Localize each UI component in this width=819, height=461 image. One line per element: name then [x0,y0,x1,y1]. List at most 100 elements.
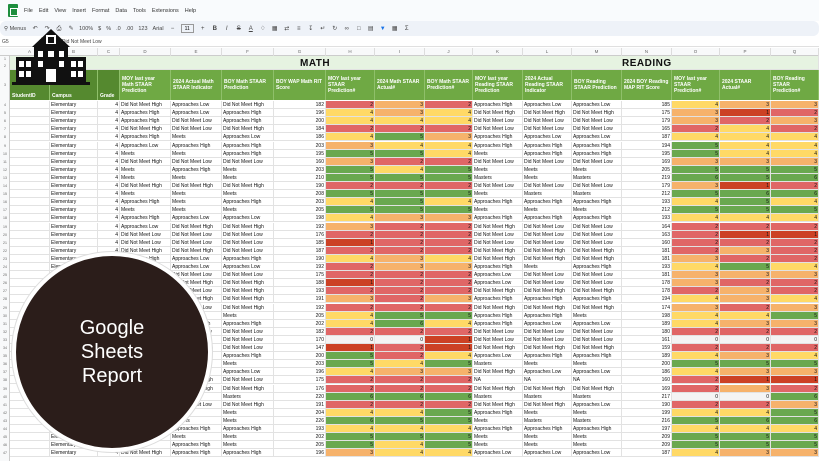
cell-actual-read[interactable]: NA [523,376,572,385]
cell-campus[interactable]: Elementary [50,125,98,134]
cell-boy-map-math[interactable]: 198 [274,214,326,223]
cell-boy-map-read[interactable]: 169 [622,384,672,393]
cell-actual-math[interactable]: Meets [171,198,222,207]
cell-boy-math[interactable]: Meets [222,360,274,369]
cell-boy-read[interactable]: Did Not Meet Low [572,327,622,336]
cell-actual-math-num[interactable]: 4 [375,425,425,434]
cell-moy-read[interactable]: Meets [473,206,523,215]
bold-icon[interactable]: B [211,25,219,33]
cell-actual-read-num[interactable]: 5 [720,165,771,174]
cell-actual-read-num[interactable]: 3 [720,157,771,166]
cell-grade[interactable]: 4 [98,149,120,158]
cell-actual-read-num[interactable]: 1 [720,182,771,191]
cell-grade[interactable]: 4 [98,230,120,239]
cell-boy-map-read[interactable]: 187 [622,449,672,458]
cell-boy-map-math[interactable]: 208 [274,190,326,199]
cell-actual-read-num[interactable]: 2 [720,344,771,353]
cell-student-id[interactable] [10,238,50,247]
cell-actual-read-num[interactable]: 5 [720,360,771,369]
cell-actual-read[interactable]: Did Not Meet Low [523,117,572,126]
cell-actual-read[interactable]: Did Not Meet Low [523,335,572,344]
cell-boy-map-read[interactable]: 217 [622,392,672,401]
cell-moy-math-num[interactable]: 0 [326,335,375,344]
cell-boy-math[interactable]: Masters [222,392,274,401]
cell-actual-math[interactable]: Approaches Low [171,109,222,118]
cell-moy-read[interactable]: Did Not Meet High [473,368,523,377]
cell-actual-math-num[interactable]: 4 [375,117,425,126]
cell-moy-math[interactable]: Approaches Low [120,141,171,150]
cell-moy-read[interactable]: Meets [473,441,523,450]
cell-boy-map-read[interactable]: 159 [622,344,672,353]
cell-moy-math-num[interactable]: 2 [326,287,375,296]
cell-moy-read[interactable]: Approaches High [473,214,523,223]
cell-student-id[interactable] [10,173,50,182]
cell-boy-map-read[interactable]: 193 [622,198,672,207]
cell-moy-read[interactable]: Did Not Meet High [473,287,523,296]
cell-actual-math-num[interactable]: 3 [375,263,425,272]
cell-actual-read[interactable]: Did Not Meet Low [523,182,572,191]
row-number[interactable]: 9 [0,142,10,150]
cell-student-id[interactable] [10,441,50,450]
cell-moy-read-num[interactable]: 4 [672,368,720,377]
cell-moy-read-num[interactable]: 5 [672,190,720,199]
cell-boy-math[interactable]: Meets [222,408,274,417]
cell-actual-read-num[interactable]: 2 [720,303,771,312]
row-number[interactable]: 23 [0,255,10,263]
cell-boy-read[interactable]: Approaches High [572,214,622,223]
cell-moy-read[interactable]: Approaches High [473,141,523,150]
cell-boy-read[interactable]: Masters [572,392,622,401]
cell-moy-read-num[interactable]: 3 [672,157,720,166]
row-number[interactable]: 45 [0,433,10,441]
cell-boy-map-read[interactable]: 187 [622,133,672,142]
cell-boy-math[interactable]: Approaches Low [222,263,274,272]
align-icon[interactable]: ≡ [295,25,303,33]
cell-boy-math[interactable]: Approaches High [222,198,274,207]
cell-boy-map-math[interactable]: 170 [274,335,326,344]
cell-moy-read-num[interactable]: 4 [672,408,720,417]
cell-boy-read-num[interactable]: 5 [771,408,819,417]
cell-boy-read-num[interactable]: 3 [771,101,819,110]
cell-actual-math-num[interactable]: 2 [375,230,425,239]
cell-actual-read-num[interactable]: 1 [720,109,771,118]
cell-grade[interactable]: 4 [98,109,120,118]
cell-student-id[interactable] [10,125,50,134]
cell-actual-read[interactable]: Did Not Meet Low [523,230,572,239]
fill-color-icon[interactable]: ♢ [259,25,267,33]
cell-moy-math-num[interactable]: 5 [326,206,375,215]
cell-boy-math[interactable]: Did Not Meet Low [222,327,274,336]
row-number[interactable]: 17 [0,206,10,214]
cell-actual-read[interactable]: Meets [523,173,572,182]
cell-moy-math-num[interactable]: 4 [326,425,375,434]
cell-actual-math-num[interactable]: 2 [375,344,425,353]
cell-boy-map-math[interactable]: 190 [274,182,326,191]
cell-boy-map-read[interactable]: 190 [622,400,672,409]
cell-boy-read[interactable]: Did Not Meet Low [572,125,622,134]
cell-moy-math[interactable]: Did Not Meet High [120,101,171,110]
row-number[interactable]: 47 [0,449,10,457]
cell-boy-map-math[interactable]: 203 [274,165,326,174]
header-actual-math-num[interactable]: 2024 Math STAAR Actual# [375,70,425,100]
cell-boy-math[interactable]: Approaches High [222,254,274,263]
cell-boy-read-num[interactable]: 4 [771,295,819,304]
cell-moy-read-num[interactable]: 4 [672,319,720,328]
cell-actual-read[interactable]: Masters [523,416,572,425]
cell-moy-read[interactable]: Did Not Meet High [473,222,523,231]
cell-actual-math-num[interactable]: 5 [375,190,425,199]
cell-boy-map-read[interactable]: 181 [622,254,672,263]
cell-boy-map-read[interactable]: 199 [622,408,672,417]
cell-boy-map-read[interactable]: 169 [622,157,672,166]
cell-boy-read[interactable]: Did Not Meet High [572,109,622,118]
cell-boy-math[interactable]: Did Not Meet Low [222,230,274,239]
cell-moy-read-num[interactable]: 2 [672,344,720,353]
row-number[interactable]: 4 [0,101,10,109]
cell-boy-math[interactable]: Did Not Meet High [222,303,274,312]
cell-moy-math-num[interactable]: 2 [326,400,375,409]
cell-moy-read[interactable]: Masters [473,360,523,369]
cell-boy-math-num[interactable]: 2 [425,376,473,385]
cell-moy-read[interactable]: Meets [473,165,523,174]
cell-moy-math-num[interactable]: 4 [326,198,375,207]
cell-boy-math[interactable]: Approaches Low [222,368,274,377]
cell-boy-read[interactable]: Did Not Meet Low [572,222,622,231]
cell-moy-math[interactable]: Approaches High [120,117,171,126]
cell-boy-map-read[interactable]: 197 [622,425,672,434]
